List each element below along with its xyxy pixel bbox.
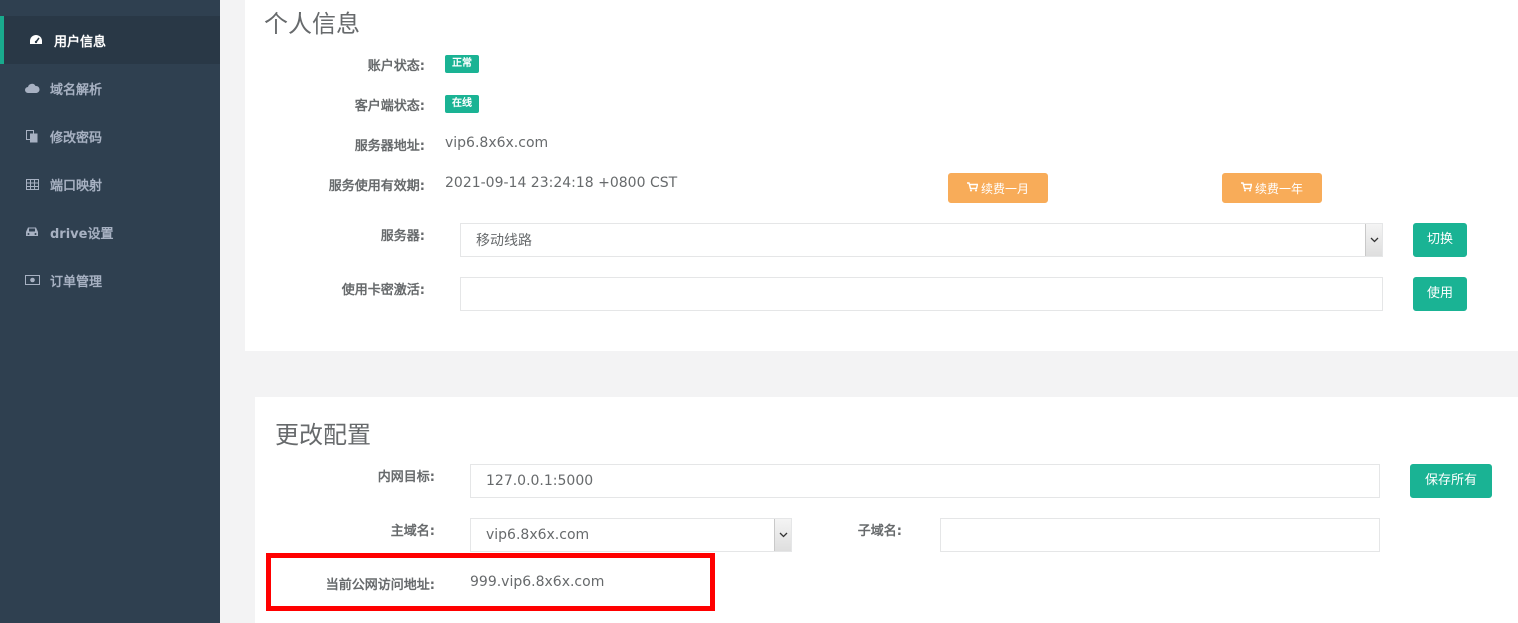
chevron-down-icon — [774, 519, 791, 551]
domain-select-value: vip6.8x6x.com — [486, 527, 590, 543]
domain-select[interactable]: vip6.8x6x.com — [470, 518, 792, 552]
profile-title: 个人信息 — [264, 10, 360, 38]
target-input[interactable]: 127.0.0.1:5000 — [470, 464, 1380, 498]
card-activation-input[interactable] — [460, 277, 1383, 311]
table-icon — [24, 177, 40, 191]
car-icon — [24, 225, 40, 239]
card-activation-label: 使用卡密激活: — [341, 283, 425, 298]
sidebar-item-drive[interactable]: drive设置 — [0, 208, 220, 256]
renew-month-button[interactable]: 续费一月 — [948, 173, 1048, 203]
sidebar-item-label: drive设置 — [50, 226, 114, 242]
sidebar-item-port-mapping[interactable]: 端口映射 — [0, 160, 220, 208]
sidebar-item-orders[interactable]: 订单管理 — [0, 256, 220, 304]
client-status-label: 客户端状态: — [354, 99, 425, 114]
use-button[interactable]: 使用 — [1413, 277, 1467, 311]
sidebar-item-label: 用户信息 — [54, 34, 107, 50]
sidebar-item-label: 端口映射 — [50, 178, 103, 194]
cart-icon — [966, 181, 979, 195]
sidebar-item-password[interactable]: 修改密码 — [0, 112, 220, 160]
config-title: 更改配置 — [275, 421, 371, 449]
subdomain-label: 子域名: — [857, 524, 902, 539]
sidebar-item-label: 修改密码 — [50, 130, 103, 146]
account-status-label: 账户状态: — [367, 59, 425, 74]
sidebar-item-label: 域名解析 — [50, 82, 103, 98]
dashboard-icon — [28, 33, 44, 47]
switch-button[interactable]: 切换 — [1413, 223, 1467, 257]
chevron-down-icon — [1365, 224, 1382, 256]
server-select-label: 服务器: — [380, 229, 425, 244]
client-status-badge: 在线 — [445, 95, 479, 113]
save-all-button[interactable]: 保存所有 — [1410, 464, 1492, 498]
subdomain-input[interactable] — [940, 518, 1380, 552]
renew-year-button[interactable]: 续费一年 — [1222, 173, 1322, 203]
files-icon — [24, 129, 40, 143]
server-address-value: vip6.8x6x.com — [445, 135, 549, 151]
sidebar-item-user-info[interactable]: 用户信息 — [0, 16, 220, 64]
sidebar-item-dns[interactable]: 域名解析 — [0, 64, 220, 112]
cart-icon — [1240, 181, 1253, 195]
renew-year-label: 续费一年 — [1254, 181, 1303, 196]
domain-label: 主域名: — [390, 524, 435, 539]
server-select-value: 移动线路 — [476, 233, 532, 249]
account-status-badge: 正常 — [445, 55, 479, 73]
highlight-annotation — [266, 553, 715, 611]
expiry-value: 2021-09-14 23:24:18 +0800 CST — [445, 175, 678, 191]
expiry-label: 服务使用有效期: — [328, 179, 425, 194]
server-address-label: 服务器地址: — [354, 139, 425, 154]
renew-month-label: 续费一月 — [980, 181, 1029, 196]
cloud-icon — [24, 81, 40, 95]
sidebar: 用户信息 域名解析 修改密码 端口映射 drive设置 订单管理 — [0, 0, 220, 623]
server-select[interactable]: 移动线路 — [460, 223, 1383, 257]
sidebar-item-label: 订单管理 — [50, 274, 103, 290]
target-label: 内网目标: — [377, 470, 435, 485]
money-icon — [24, 273, 40, 287]
